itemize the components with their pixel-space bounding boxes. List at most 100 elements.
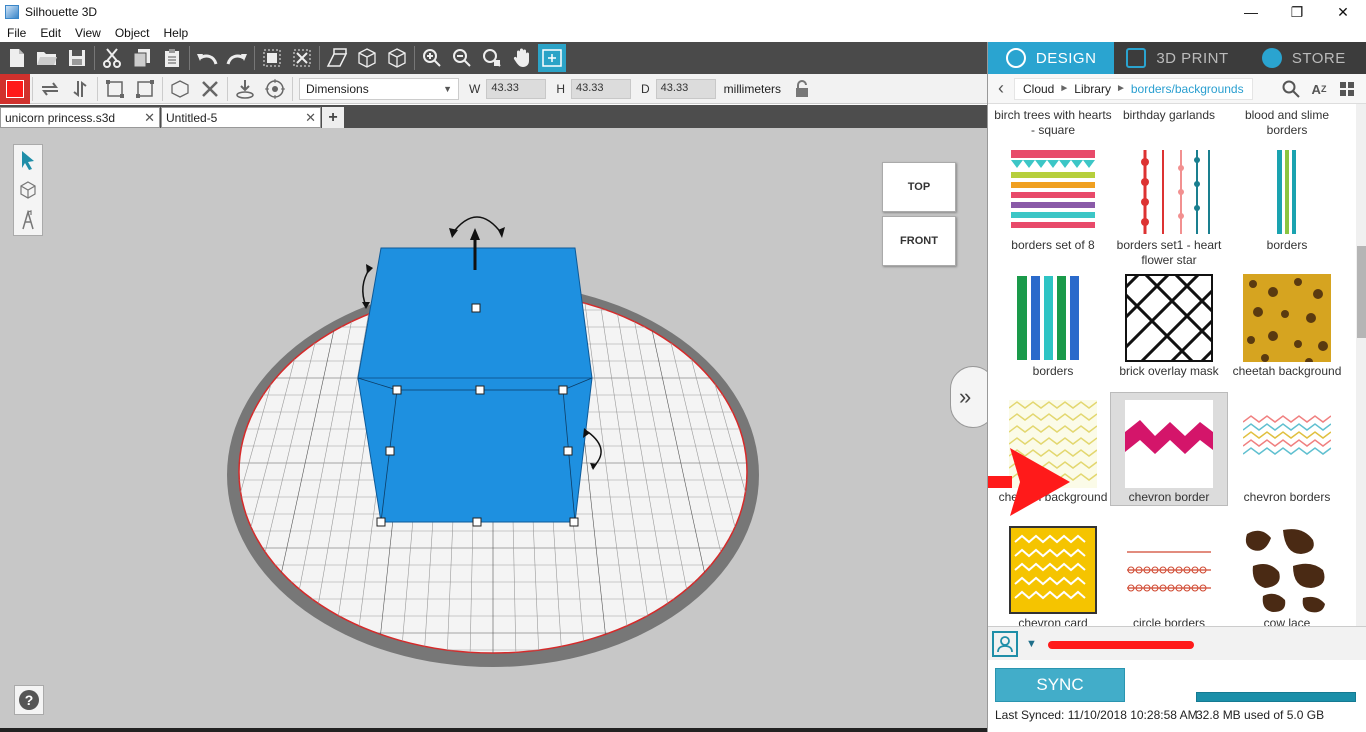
user-dropdown-icon[interactable]: ▼ (1026, 638, 1037, 650)
user-avatar-icon[interactable] (992, 630, 1018, 657)
group-icon[interactable] (258, 44, 286, 72)
align-icon[interactable] (100, 75, 130, 103)
view-cube-top[interactable]: TOP (882, 162, 956, 212)
flip-vertical-icon[interactable] (65, 75, 95, 103)
select-arrow-icon[interactable] (14, 145, 42, 175)
ungroup-icon[interactable] (288, 44, 316, 72)
item-label: brick overlay mask (1119, 364, 1219, 378)
extrude-icon[interactable] (323, 44, 351, 72)
tab-unicorn-princess[interactable]: unicorn princess.s3d ✕ (0, 107, 160, 128)
undo-icon[interactable] (193, 44, 221, 72)
menu-help[interactable]: Help (157, 26, 196, 40)
depth-label: D (641, 81, 650, 96)
paste-icon[interactable] (158, 44, 186, 72)
menu-object[interactable]: Object (108, 26, 157, 40)
breadcrumb-cloud[interactable]: Cloud (1023, 82, 1054, 96)
item-label: borders set of 8 (1011, 238, 1095, 252)
library-scrollbar[interactable] (1356, 104, 1366, 626)
dimension-mode-select[interactable]: Dimensions ▼ (299, 77, 459, 100)
menu-edit[interactable]: Edit (33, 26, 68, 40)
center-icon[interactable] (260, 75, 290, 103)
menu-file[interactable]: File (0, 26, 33, 40)
pan-hand-icon[interactable] (508, 44, 536, 72)
breadcrumb-library[interactable]: Library (1074, 82, 1111, 96)
color-swatch[interactable] (0, 73, 30, 104)
sync-button[interactable]: SYNC (995, 668, 1125, 702)
tab-3d-print[interactable]: 3D PRINT (1114, 42, 1240, 74)
help-icon: ? (19, 690, 39, 710)
library-item[interactable]: blood and slime borders (1228, 108, 1346, 138)
library-item[interactable]: birch trees with hearts - square (994, 108, 1112, 138)
zoom-fit-icon[interactable] (478, 44, 506, 72)
help-button[interactable]: ? (14, 685, 44, 715)
minimize-button[interactable]: — (1228, 0, 1274, 24)
thumbnail-circle-borders (1125, 526, 1213, 614)
cube-tool-icon[interactable] (14, 175, 42, 205)
library-item[interactable]: borders (1228, 148, 1346, 253)
expand-panel-button[interactable]: » (950, 366, 987, 428)
breadcrumb-current[interactable]: borders/backgrounds (1131, 82, 1244, 96)
close-tab-icon[interactable]: ✕ (144, 110, 155, 126)
library-item[interactable]: chevron borders (1228, 400, 1346, 505)
redo-icon[interactable] (223, 44, 251, 72)
view-cube[interactable]: TOP FRONT (882, 162, 956, 266)
duplicate-icon[interactable] (165, 75, 195, 103)
library-item[interactable]: birthday garlands (1110, 108, 1228, 123)
tab-design-label: DESIGN (1035, 49, 1097, 67)
delete-icon[interactable] (195, 75, 225, 103)
zoom-out-icon[interactable] (448, 44, 476, 72)
distribute-icon[interactable] (130, 75, 160, 103)
text-tool-icon[interactable] (14, 205, 42, 235)
library-item[interactable]: cheetah background (1228, 274, 1346, 379)
menu-view[interactable]: View (68, 26, 108, 40)
library-item[interactable]: borders set1 - heart flower star (1110, 148, 1228, 268)
scrollbar-thumb[interactable] (1357, 246, 1366, 338)
user-bar: ▼ (988, 626, 1366, 660)
tab-untitled-5[interactable]: Untitled-5 ✕ (161, 107, 321, 128)
annotation-arrow (988, 448, 1070, 516)
title-bar: Silhouette 3D — ❐ ✕ (0, 0, 1366, 24)
open-folder-icon[interactable] (33, 44, 61, 72)
3d-viewport[interactable]: ? TOP FRONT » (0, 128, 987, 732)
item-label: cheetah background (1232, 364, 1342, 378)
view-cube-front[interactable]: FRONT (882, 216, 956, 266)
box-solid-icon[interactable] (383, 44, 411, 72)
flip-horizontal-icon[interactable] (35, 75, 65, 103)
maximize-button[interactable]: ❐ (1274, 0, 1320, 24)
zoom-in-icon[interactable] (418, 44, 446, 72)
close-window-button[interactable]: ✕ (1320, 0, 1366, 24)
add-tab-button[interactable]: + (322, 107, 344, 128)
tab-store[interactable]: STORE (1241, 42, 1366, 74)
library-item[interactable]: borders set of 8 (994, 148, 1112, 253)
last-synced-text: Last Synced: 11/10/2018 10:28:58 AM (995, 708, 1198, 722)
item-label: cow lace (1263, 616, 1311, 626)
drop-to-floor-icon[interactable] (230, 75, 260, 103)
library-item[interactable]: cow lace (1228, 526, 1346, 626)
library-item[interactable]: chevron card (994, 526, 1112, 626)
new-file-icon[interactable] (3, 44, 31, 72)
fit-to-page-icon[interactable] (538, 44, 566, 72)
tab-3d-print-label: 3D PRINT (1156, 49, 1229, 67)
box-wire-icon[interactable] (353, 44, 381, 72)
library-item[interactable]: borders (994, 274, 1112, 379)
library-grid: birch trees with hearts - square birthda… (988, 104, 1356, 626)
lock-aspect-icon[interactable] (787, 75, 817, 103)
grid-view-icon[interactable] (1333, 79, 1361, 99)
cut-icon[interactable] (98, 44, 126, 72)
copy-icon[interactable] (128, 44, 156, 72)
item-label: circle borders (1132, 616, 1206, 626)
close-tab-icon[interactable]: ✕ (305, 110, 316, 126)
width-input[interactable]: 43.33 (486, 78, 547, 99)
tab-design[interactable]: DESIGN (988, 42, 1115, 74)
sort-az-icon[interactable]: AZ (1305, 79, 1333, 99)
library-item[interactable]: brick overlay mask (1110, 274, 1228, 379)
search-icon[interactable] (1277, 79, 1305, 99)
back-chevron-icon[interactable]: ‹ (988, 78, 1014, 99)
height-input[interactable]: 43.33 (571, 78, 631, 99)
save-icon[interactable] (63, 44, 91, 72)
thumbnail-chevron-border (1125, 400, 1213, 488)
depth-input[interactable]: 43.33 (655, 78, 716, 99)
library-nav: ‹ Cloud ► Library ► borders/backgrounds … (988, 74, 1366, 104)
library-item[interactable]: circle borders (1110, 526, 1228, 626)
library-item-selected[interactable]: chevron border (1110, 392, 1228, 506)
